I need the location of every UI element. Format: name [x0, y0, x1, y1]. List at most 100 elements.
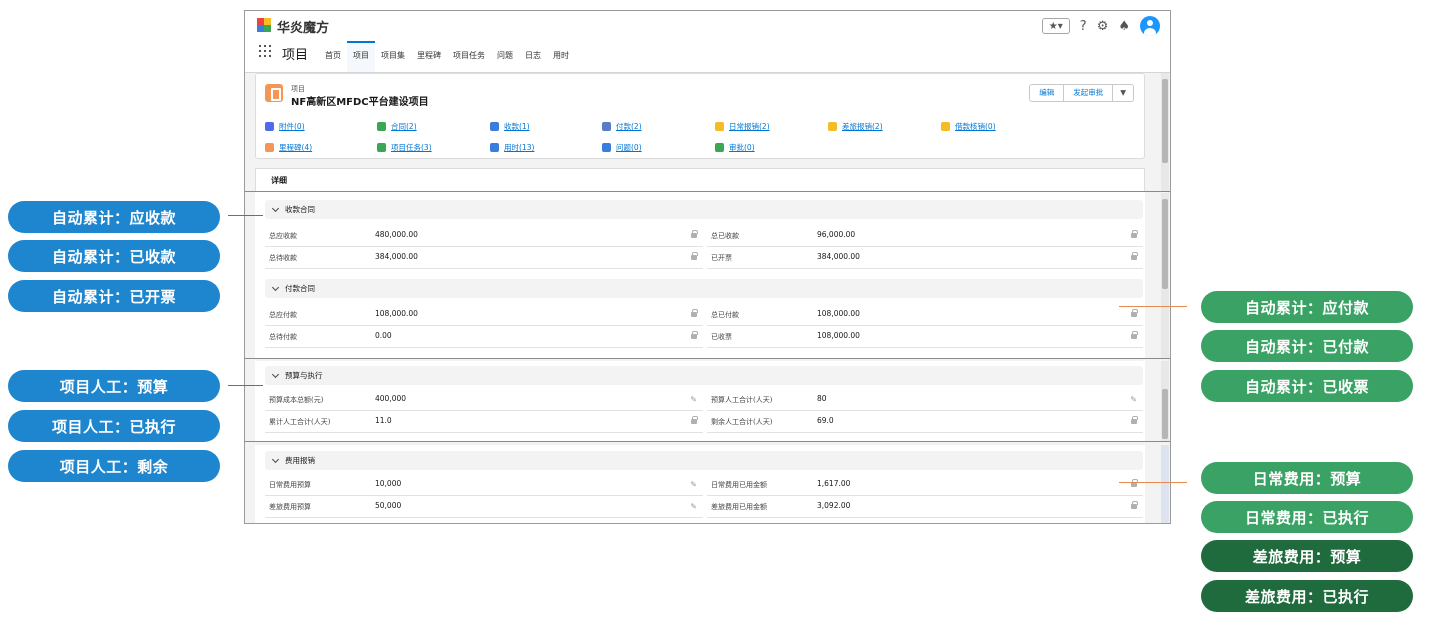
related-link[interactable]: 付款(2) — [602, 121, 642, 132]
related-link-label: 付款(2) — [616, 122, 642, 131]
lock-icon — [1131, 501, 1138, 509]
scrollbar[interactable] — [1161, 193, 1169, 358]
app-name: 项目 — [282, 48, 309, 63]
stage: 华炎魔方 ★▾ ? ⚙ ♠ 项目 首页 项目 项目集 里程碑 项目任务 问题 日… — [0, 0, 1436, 632]
scrollbar[interactable] — [1161, 73, 1169, 191]
related-link[interactable]: 附件(0) — [265, 121, 305, 132]
star-icon[interactable]: ★▾ — [1041, 18, 1070, 34]
callout-pill: 自动累计：应付款 — [1201, 291, 1413, 323]
avatar-icon[interactable] — [1140, 16, 1160, 36]
related-link-label: 问题(0) — [616, 143, 642, 152]
nav-item[interactable]: 用时 — [547, 41, 575, 72]
help-icon[interactable]: ? — [1080, 19, 1087, 34]
contract-panel: 收款合同 总应收款 480,000.00 总已收款 96,000.00 总待收款… — [255, 192, 1145, 358]
section-receipt-header[interactable]: 收款合同 — [265, 200, 1143, 219]
related-link[interactable]: 借款核销(0) — [941, 121, 996, 132]
callout-pill: 差旅费用：预算 — [1201, 540, 1413, 572]
related-link[interactable]: 合同(2) — [377, 121, 417, 132]
related-link[interactable]: 收款(1) — [490, 121, 530, 132]
related-link[interactable]: 差旅报销(2) — [828, 121, 883, 132]
nav-item[interactable]: 项目集 — [375, 41, 411, 72]
related-link[interactable]: 用时(13) — [490, 142, 534, 153]
field-budget-cost-total: 预算成本总额(元) 400,000 ✎ — [265, 389, 703, 411]
related-link[interactable]: 审批(0) — [715, 142, 755, 153]
lock-icon — [1131, 416, 1138, 424]
field-total-paid: 总已付款 108,000.00 — [707, 304, 1143, 326]
related-link-label: 借款核销(0) — [955, 122, 996, 131]
nav-item[interactable]: 项目任务 — [447, 41, 491, 72]
pencil-icon[interactable]: ✎ — [1130, 395, 1137, 404]
lock-icon — [691, 331, 698, 339]
callout-pill: 日常费用：已执行 — [1201, 501, 1413, 533]
callout-pill: 项目人工：预算 — [8, 370, 220, 402]
related-list-icon — [265, 122, 274, 131]
pencil-icon[interactable]: ✎ — [690, 480, 697, 489]
field-total-pending-receipt: 总待收款 384,000.00 — [265, 247, 703, 269]
related-link[interactable]: 里程碑(4) — [265, 142, 312, 153]
callout-pill: 项目人工：剩余 — [8, 450, 220, 482]
related-link[interactable]: 日常报销(2) — [715, 121, 770, 132]
scrollbar[interactable] — [1161, 445, 1169, 523]
callout-connector — [228, 385, 263, 386]
divider — [245, 441, 1170, 442]
record-actions: 编辑 发起审批 ▼ — [1029, 84, 1134, 102]
related-list-icon — [490, 143, 499, 152]
scrollbar[interactable] — [1161, 361, 1169, 441]
related-list-icon — [715, 143, 724, 152]
nav-bar: 首页 项目 项目集 里程碑 项目任务 问题 日志 用时 — [319, 41, 575, 72]
field-total-pending-payment: 总待付款 0.00 — [265, 326, 703, 348]
lock-icon — [1131, 309, 1138, 317]
nav-item[interactable]: 首页 — [319, 41, 347, 72]
related-link-label: 里程碑(4) — [279, 143, 313, 152]
related-list-icon — [828, 122, 837, 131]
callout-pill: 自动累计：已收款 — [8, 240, 220, 272]
section-budget-header[interactable]: 预算与执行 — [265, 366, 1143, 385]
lock-icon — [691, 230, 698, 238]
callout-pill: 自动累计：应收款 — [8, 201, 220, 233]
edit-button[interactable]: 编辑 — [1030, 85, 1065, 101]
related-list-icon — [377, 143, 386, 152]
app-launcher-icon[interactable] — [259, 45, 271, 57]
related-link-label: 合同(2) — [391, 122, 417, 131]
callout-connector — [1119, 482, 1187, 483]
nav-item[interactable]: 问题 — [491, 41, 519, 72]
related-link-label: 附件(0) — [279, 122, 305, 131]
related-link[interactable]: 问题(0) — [602, 142, 642, 153]
related-link[interactable]: 项目任务(3) — [377, 142, 432, 153]
brand-name: 华炎魔方 — [277, 21, 330, 36]
global-header: 华炎魔方 ★▾ ? ⚙ ♠ 项目 首页 项目 项目集 里程碑 项目任务 问题 日… — [245, 11, 1170, 73]
app-window: 华炎魔方 ★▾ ? ⚙ ♠ 项目 首页 项目 项目集 里程碑 项目任务 问题 日… — [244, 10, 1171, 524]
approve-button[interactable]: 发起审批 — [1064, 85, 1114, 101]
related-list-icon — [377, 122, 386, 131]
related-list-icon — [490, 122, 499, 131]
related-list-icon — [941, 122, 950, 131]
nav-item[interactable]: 里程碑 — [411, 41, 447, 72]
callout-connector — [228, 215, 263, 216]
lock-icon — [1131, 331, 1138, 339]
pencil-icon[interactable]: ✎ — [690, 395, 697, 404]
field-travel-expense-used: 差旅费用已用金额 3,092.00 — [707, 496, 1143, 518]
bell-icon[interactable]: ♠ — [1118, 19, 1130, 34]
related-link-label: 审批(0) — [729, 143, 755, 152]
field-total-receivable: 总应收款 480,000.00 — [265, 225, 703, 247]
field-daily-expense-used: 日常费用已用金额 1,617.00 — [707, 474, 1143, 496]
lock-icon — [1131, 230, 1138, 238]
callout-pill: 自动累计：已付款 — [1201, 330, 1413, 362]
related-link-label: 日常报销(2) — [729, 122, 770, 131]
pencil-icon[interactable]: ✎ — [690, 502, 697, 511]
nav-item[interactable]: 日志 — [519, 41, 547, 72]
field-accumulated-labor: 累计人工合计(人天) 11.0 — [265, 411, 703, 433]
logo-icon — [257, 18, 271, 32]
callout-pill: 项目人工：已执行 — [8, 410, 220, 442]
field-total-received: 总已收款 96,000.00 — [707, 225, 1143, 247]
field-invoice-received: 已收票 108,000.00 — [707, 326, 1143, 348]
section-payment-header[interactable]: 付款合同 — [265, 279, 1143, 298]
related-link-label: 用时(13) — [504, 143, 535, 152]
section-expense-header[interactable]: 费用报销 — [265, 451, 1143, 470]
gear-icon[interactable]: ⚙ — [1097, 19, 1109, 34]
field-budget-labor-total: 预算人工合计(人天) 80 ✎ — [707, 389, 1143, 411]
nav-item-active[interactable]: 项目 — [347, 41, 375, 72]
related-link-label: 差旅报销(2) — [842, 122, 883, 131]
field-invoiced: 已开票 384,000.00 — [707, 247, 1143, 269]
chevron-down-icon[interactable]: ▼ — [1113, 85, 1133, 101]
